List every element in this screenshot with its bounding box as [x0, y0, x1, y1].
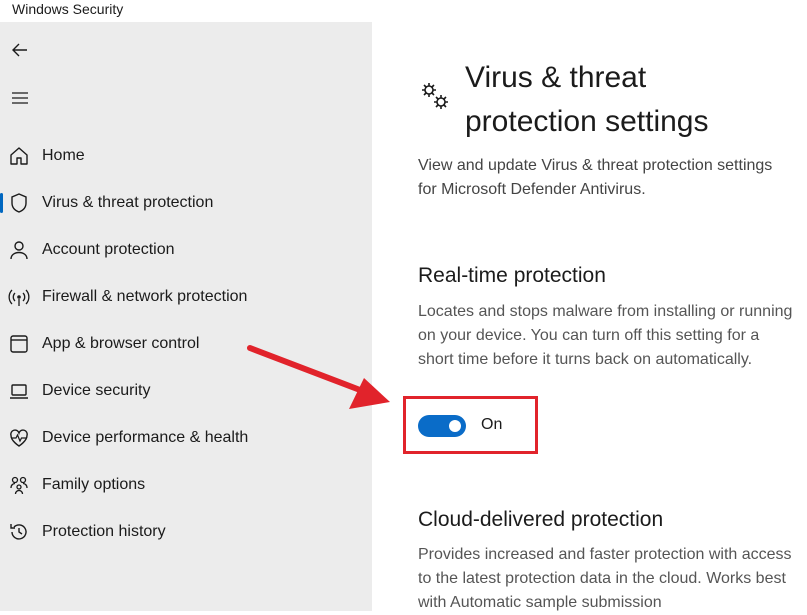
red-arrow-annotation: [247, 345, 390, 409]
